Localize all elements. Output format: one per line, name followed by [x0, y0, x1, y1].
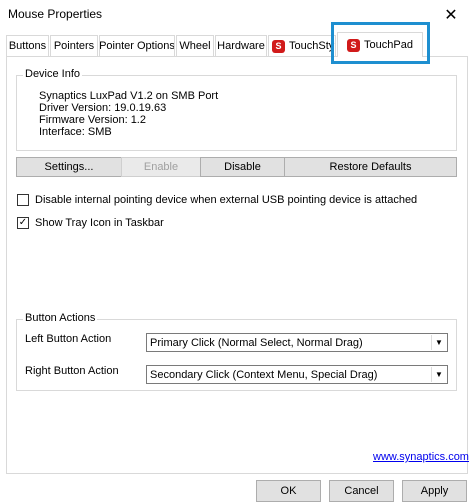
- tab-label: Pointers: [53, 40, 95, 52]
- touchpad-panel: Device Info Synaptics LuxPad V1.2 on SMB…: [6, 56, 469, 474]
- interface-type: Interface: SMB: [39, 126, 112, 138]
- show-tray-icon-checkbox[interactable]: ✓: [17, 217, 29, 229]
- apply-button[interactable]: Apply: [402, 480, 467, 502]
- device-info-group: Device Info Synaptics LuxPad V1.2 on SMB…: [16, 68, 457, 151]
- tab-touchstyk[interactable]: S TouchStyk: [268, 35, 336, 56]
- tab-label: Hardware: [217, 40, 265, 52]
- device-name: Synaptics LuxPad V1.2 on SMB Port: [39, 90, 219, 102]
- restore-defaults-button[interactable]: Restore Defaults: [284, 157, 457, 177]
- synaptics-logo-icon: S: [272, 39, 285, 53]
- right-button-action-select[interactable]: Secondary Click (Context Menu, Special D…: [146, 365, 448, 384]
- synaptics-link[interactable]: www.synaptics.com: [373, 451, 469, 463]
- left-button-action-value: Primary Click (Normal Select, Normal Dra…: [150, 336, 363, 349]
- tab-label: Pointer Options: [99, 40, 175, 52]
- synaptics-logo-icon: S: [347, 38, 361, 52]
- ok-button[interactable]: OK: [256, 480, 321, 502]
- tab-pointers[interactable]: Pointers: [50, 35, 98, 56]
- tab-label: Buttons: [8, 40, 47, 52]
- enable-button[interactable]: Enable: [121, 157, 201, 177]
- checkmark-icon: ✓: [18, 217, 28, 228]
- device-info-label: Device Info: [23, 68, 83, 80]
- left-button-action-label: Left Button Action: [25, 333, 112, 345]
- tab-hardware[interactable]: Hardware: [215, 35, 267, 56]
- button-actions-group: Button Actions Left Button Action Primar…: [16, 312, 457, 391]
- disable-internal-label: Disable internal pointing device when ex…: [35, 194, 418, 206]
- chevron-down-icon: ▼: [431, 335, 446, 350]
- driver-version: Driver Version: 19.0.19.63: [39, 102, 167, 114]
- close-icon: ✕: [444, 7, 458, 24]
- chevron-down-icon: ▼: [431, 367, 446, 382]
- tab-label: TouchStyk: [289, 40, 336, 52]
- show-tray-icon-checkbox-row[interactable]: ✓ Show Tray Icon in Taskbar: [17, 217, 164, 229]
- right-button-action-value: Secondary Click (Context Menu, Special D…: [150, 368, 378, 381]
- left-button-action-select[interactable]: Primary Click (Normal Select, Normal Dra…: [146, 333, 448, 352]
- disable-button[interactable]: Disable: [200, 157, 285, 177]
- button-actions-label: Button Actions: [23, 312, 98, 324]
- tab-label: TouchPad: [364, 39, 413, 51]
- right-button-action-label: Right Button Action: [25, 365, 119, 377]
- tab-wheel[interactable]: Wheel: [176, 35, 214, 56]
- tab-strip: Buttons Pointers Pointer Options Wheel H…: [6, 32, 468, 57]
- firmware-version: Firmware Version: 1.2: [39, 114, 146, 126]
- settings-button[interactable]: Settings...: [16, 157, 122, 177]
- disable-internal-checkbox-row[interactable]: Disable internal pointing device when ex…: [17, 194, 417, 206]
- tab-pointer-options[interactable]: Pointer Options: [99, 35, 175, 56]
- show-tray-icon-label: Show Tray Icon in Taskbar: [35, 217, 164, 229]
- close-button[interactable]: ✕: [428, 0, 474, 30]
- title-bar: Mouse Properties ✕: [0, 0, 474, 30]
- disable-internal-checkbox[interactable]: [17, 194, 29, 206]
- window-title: Mouse Properties: [8, 7, 103, 21]
- tab-touchpad[interactable]: S TouchPad: [337, 32, 423, 57]
- tab-buttons[interactable]: Buttons: [6, 35, 49, 56]
- tab-label: Wheel: [179, 40, 211, 52]
- cancel-button[interactable]: Cancel: [329, 480, 394, 502]
